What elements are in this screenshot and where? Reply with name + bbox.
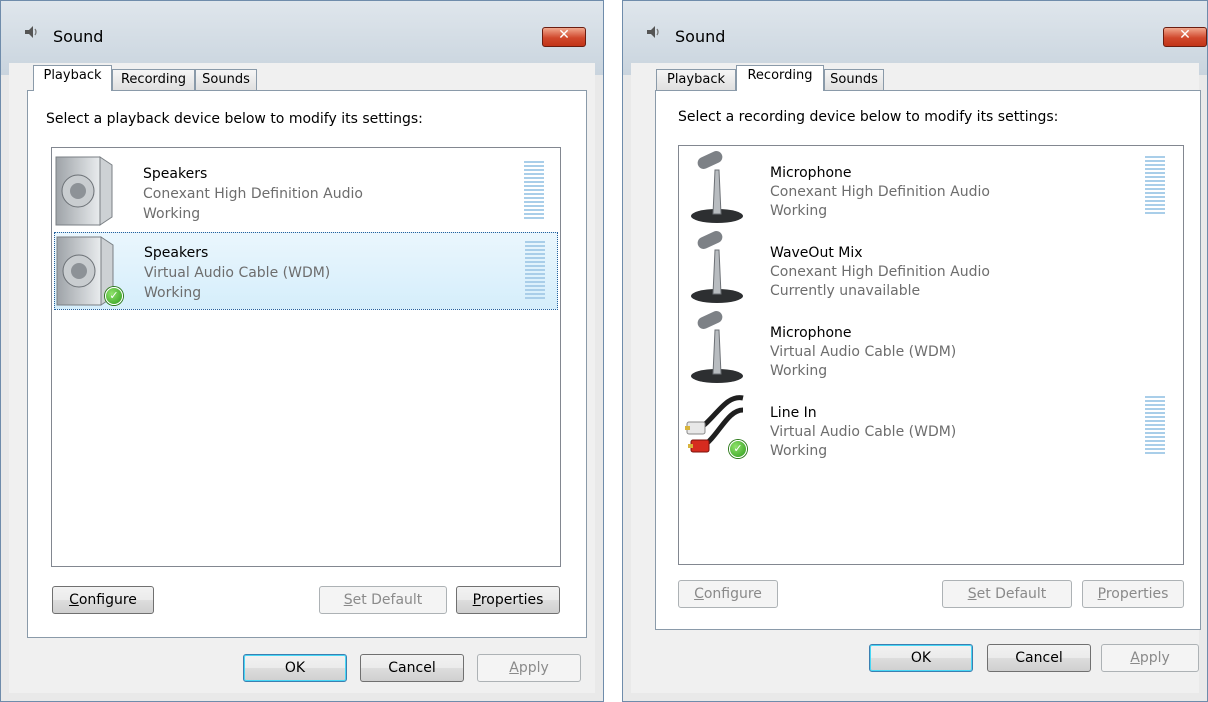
properties-button[interactable]: Properties bbox=[1082, 580, 1184, 608]
device-name: WaveOut Mix bbox=[770, 245, 863, 261]
device-item-selected[interactable]: ✓ Speakers Virtual Audio Cable (WDM) Wor… bbox=[54, 232, 558, 310]
speaker-icon bbox=[55, 156, 113, 226]
device-name: Line In bbox=[770, 405, 817, 421]
device-driver: Conexant High Definition Audio bbox=[770, 264, 990, 280]
instruction-text: Select a playback device below to modify… bbox=[46, 111, 423, 127]
device-status: Currently unavailable bbox=[770, 283, 921, 299]
device-name: Speakers bbox=[143, 166, 208, 182]
dialog-client: Playback Recording Sounds Select a playb… bbox=[9, 63, 595, 693]
configure-button[interactable]: Configure bbox=[678, 580, 778, 608]
tab-panel-recording: Select a recording device below to modif… bbox=[655, 90, 1201, 630]
level-meter bbox=[525, 241, 545, 303]
sound-dialog-playback: Sound ✕ Playback Recording Sounds Select… bbox=[0, 0, 604, 702]
ok-button[interactable]: OK bbox=[243, 654, 347, 682]
tab-recording[interactable]: Recording bbox=[736, 65, 824, 91]
device-status: Working bbox=[144, 285, 202, 301]
ok-button[interactable]: OK bbox=[869, 644, 973, 672]
device-driver: Conexant High Definition Audio bbox=[143, 186, 363, 202]
device-item[interactable]: WaveOut Mix Conexant High Definition Aud… bbox=[681, 230, 1181, 308]
properties-button[interactable]: Properties bbox=[456, 586, 560, 614]
default-device-check-icon: ✓ bbox=[729, 440, 747, 458]
instruction-text: Select a recording device below to modif… bbox=[678, 109, 1059, 125]
tab-sounds[interactable]: Sounds bbox=[824, 69, 884, 91]
device-driver: Conexant High Definition Audio bbox=[770, 184, 990, 200]
device-driver: Virtual Audio Cable (WDM) bbox=[770, 344, 957, 360]
device-list[interactable]: Microphone Conexant High Definition Audi… bbox=[678, 145, 1184, 565]
device-item[interactable]: Microphone Virtual Audio Cable (WDM) Wor… bbox=[681, 310, 1181, 388]
sound-dialog-recording: Sound ✕ Playback Recording Sounds Select… bbox=[622, 0, 1208, 702]
dialog-client: Playback Recording Sounds Select a recor… bbox=[631, 63, 1201, 693]
window-title: Sound bbox=[675, 27, 726, 46]
close-icon: ✕ bbox=[1179, 27, 1191, 43]
microphone-icon bbox=[691, 151, 743, 223]
cancel-button[interactable]: Cancel bbox=[987, 644, 1091, 672]
tab-recording[interactable]: Recording bbox=[112, 69, 195, 91]
device-name: Speakers bbox=[144, 245, 209, 261]
device-status: Working bbox=[770, 203, 828, 219]
close-button[interactable]: ✕ bbox=[1163, 27, 1207, 47]
level-meter bbox=[524, 161, 544, 223]
device-list[interactable]: Speakers Conexant High Definition Audio … bbox=[51, 147, 561, 567]
device-driver: Virtual Audio Cable (WDM) bbox=[770, 424, 957, 440]
device-driver: Virtual Audio Cable (WDM) bbox=[144, 265, 331, 281]
apply-button[interactable]: Apply bbox=[477, 654, 581, 682]
level-meter bbox=[1145, 156, 1165, 218]
microphone-icon bbox=[691, 231, 743, 303]
device-item[interactable]: Speakers Conexant High Definition Audio … bbox=[54, 153, 558, 231]
speaker-volume-icon bbox=[25, 26, 37, 38]
configure-button[interactable]: Configure bbox=[52, 586, 154, 614]
tab-sounds[interactable]: Sounds bbox=[195, 69, 257, 91]
tab-playback[interactable]: Playback bbox=[33, 65, 112, 91]
device-status: Working bbox=[770, 363, 828, 379]
window-title: Sound bbox=[53, 27, 104, 46]
device-status: Working bbox=[143, 206, 201, 222]
level-meter bbox=[1145, 396, 1165, 458]
tab-playback[interactable]: Playback bbox=[656, 69, 736, 91]
close-icon: ✕ bbox=[558, 27, 570, 43]
microphone-icon bbox=[691, 311, 743, 383]
device-status: Working bbox=[770, 443, 828, 459]
apply-button[interactable]: Apply bbox=[1101, 644, 1199, 672]
set-default-button[interactable]: Set Default bbox=[319, 586, 447, 614]
device-item[interactable]: Microphone Conexant High Definition Audi… bbox=[681, 150, 1181, 228]
device-item[interactable]: ✓ Line In Virtual Audio Cable (WDM) Work… bbox=[681, 390, 1181, 468]
cancel-button[interactable]: Cancel bbox=[360, 654, 464, 682]
close-button[interactable]: ✕ bbox=[542, 27, 586, 47]
default-device-check-icon: ✓ bbox=[105, 287, 123, 305]
tab-panel-playback: Select a playback device below to modify… bbox=[27, 90, 587, 638]
device-name: Microphone bbox=[770, 165, 852, 181]
device-name: Microphone bbox=[770, 325, 852, 341]
set-default-button[interactable]: Set Default bbox=[942, 580, 1072, 608]
speaker-volume-icon bbox=[647, 26, 659, 38]
